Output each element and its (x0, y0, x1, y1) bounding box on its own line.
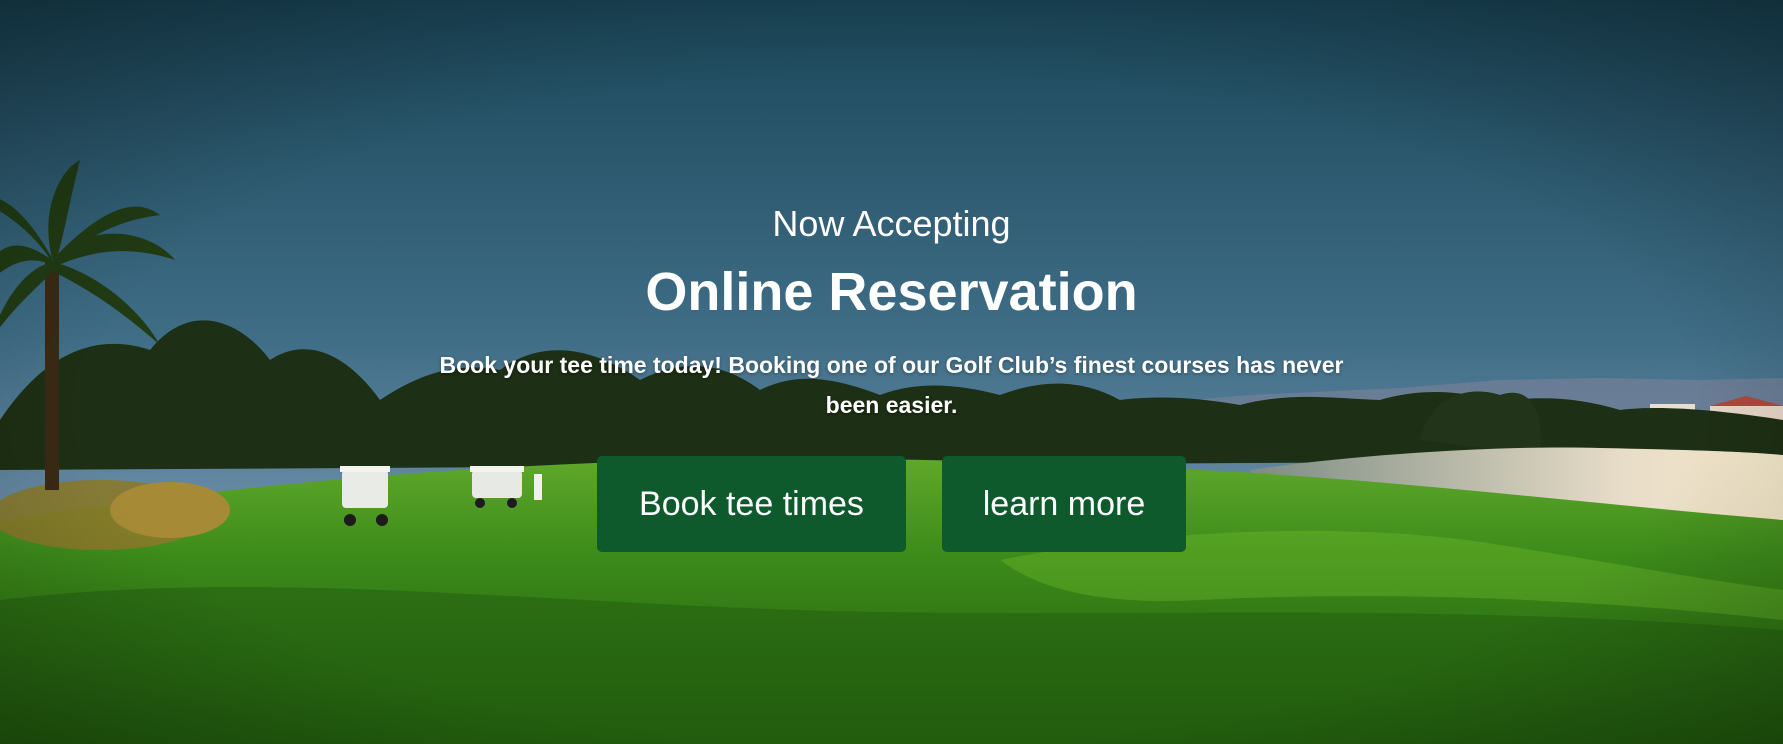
hero-eyebrow: Now Accepting (772, 203, 1011, 244)
learn-more-button[interactable]: learn more (942, 456, 1186, 552)
book-tee-times-button[interactable]: Book tee times (597, 456, 906, 552)
hero-headline: Online Reservation (645, 262, 1138, 322)
hero-content: Now Accepting Online Reservation Book yo… (0, 0, 1783, 744)
hero-section: Now Accepting Online Reservation Book yo… (0, 0, 1783, 744)
hero-description: Book your tee time today! Booking one of… (439, 352, 1344, 418)
